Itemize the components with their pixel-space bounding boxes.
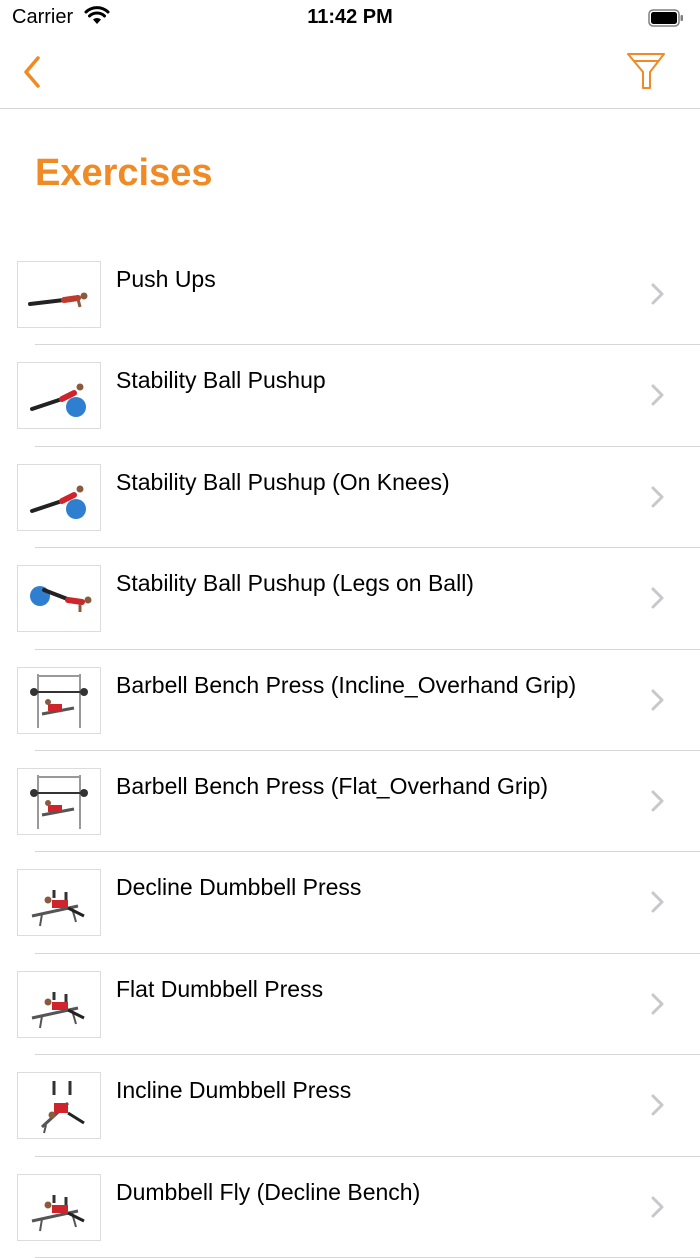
status-bar: Carrier 11:42 PM [0, 0, 700, 36]
exercise-thumbnail [17, 1173, 101, 1241]
exercise-name: Incline Dumbbell Press [116, 1077, 352, 1104]
exercise-thumbnail [17, 463, 101, 531]
chevron-right-icon [650, 890, 666, 914]
exercise-row[interactable]: Flat Dumbbell Press [0, 954, 700, 1056]
chevron-right-icon [650, 789, 666, 813]
exercise-row[interactable]: Dumbbell Fly (Decline Bench) [0, 1157, 700, 1258]
chevron-right-icon [650, 992, 666, 1016]
exercise-row[interactable]: Stability Ball Pushup (Legs on Ball) [0, 548, 700, 650]
exercise-thumbnail [17, 362, 101, 430]
exercise-name: Decline Dumbbell Press [116, 874, 362, 901]
exercise-thumbnail [17, 261, 101, 328]
page-title: Exercises [35, 152, 213, 194]
exercise-name: Barbell Bench Press (Flat_Overhand Grip) [116, 772, 549, 799]
chevron-right-icon [650, 1195, 666, 1219]
chevron-right-icon [650, 485, 666, 509]
exercise-name: Stability Ball Pushup (Legs on Ball) [116, 570, 474, 597]
exercise-name: Stability Ball Pushup (On Knees) [116, 468, 450, 495]
exercise-thumbnail [17, 565, 101, 633]
exercise-row[interactable]: Barbell Bench Press (Flat_Overhand Grip) [0, 751, 700, 853]
exercise-row[interactable]: Decline Dumbbell Press [0, 852, 700, 954]
battery-icon [648, 9, 683, 27]
exercise-name: Dumbbell Fly (Decline Bench) [116, 1178, 421, 1205]
exercise-thumbnail [17, 666, 101, 734]
exercise-thumbnail [17, 767, 101, 835]
exercise-row[interactable]: Stability Ball Pushup [0, 345, 700, 447]
exercise-name: Stability Ball Pushup [116, 367, 326, 394]
filter-button[interactable] [624, 50, 668, 94]
filter-icon [627, 53, 665, 89]
exercise-thumbnail [17, 869, 101, 937]
chevron-right-icon [650, 586, 666, 610]
exercise-name: Barbell Bench Press (Incline_Overhand Gr… [116, 671, 577, 698]
exercise-thumbnail [17, 970, 101, 1038]
back-button[interactable] [16, 52, 52, 92]
chevron-right-icon [650, 688, 666, 712]
chevron-right-icon [650, 1093, 666, 1117]
exercise-list: Push Ups Stability Ball Pushup Stability B… [0, 244, 700, 1258]
chevron-right-icon [650, 282, 666, 306]
chevron-right-icon [650, 383, 666, 407]
exercise-thumbnail [17, 1072, 101, 1140]
chevron-left-icon [24, 56, 40, 88]
status-time: 11:42 PM [307, 6, 393, 28]
exercise-row[interactable]: Incline Dumbbell Press [0, 1055, 700, 1157]
exercise-row[interactable]: Barbell Bench Press (Incline_Overhand Gr… [0, 650, 700, 751]
exercise-row[interactable]: Stability Ball Pushup (On Knees) [0, 447, 700, 549]
exercise-row[interactable]: Push Ups [0, 244, 700, 346]
navigation-bar [0, 36, 700, 109]
exercise-name: Flat Dumbbell Press [116, 975, 324, 1002]
exercise-name: Push Ups [116, 266, 216, 292]
